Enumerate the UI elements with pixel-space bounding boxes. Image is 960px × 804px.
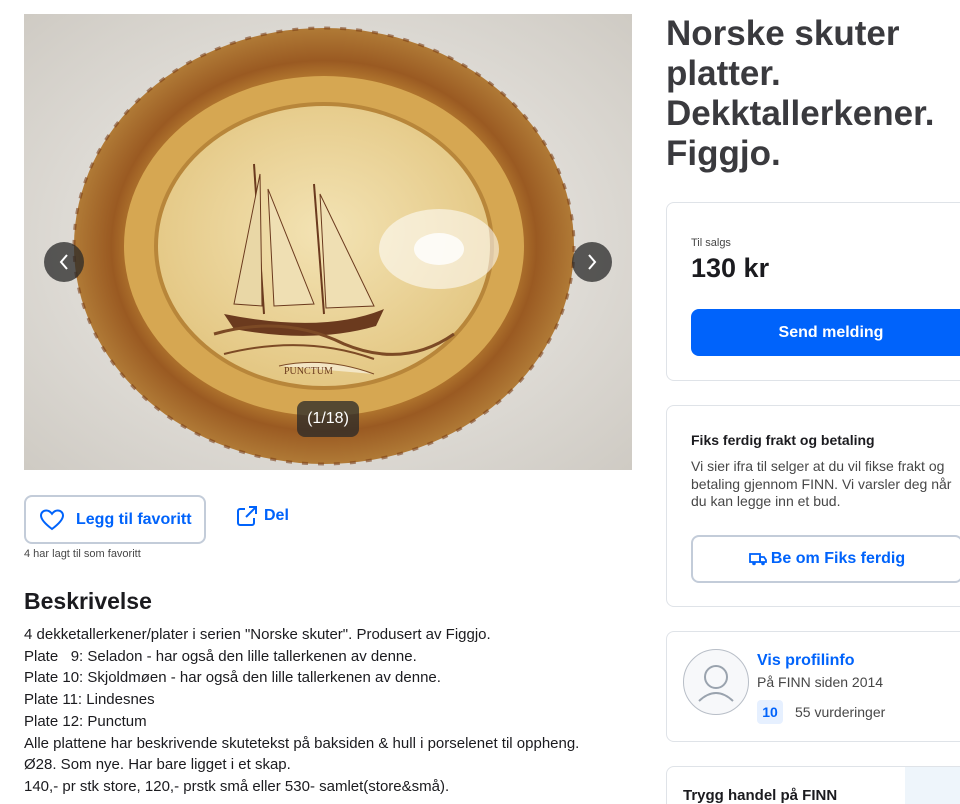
chevron-left-icon <box>59 254 68 270</box>
chevron-right-icon <box>588 254 597 270</box>
request-fiks-ferdig-button[interactable]: Be om Fiks ferdig <box>691 535 960 583</box>
fiks-ferdig-title: Fiks ferdig frakt og betaling <box>691 432 875 448</box>
description-line: Alle plattene har beskrivende skutetekst… <box>24 734 580 752</box>
rating-count[interactable]: 55 vurderinger <box>795 704 885 720</box>
safe-trade-card: Trygg handel på FINN <box>666 766 960 804</box>
view-profile-link[interactable]: Vis profilinfo <box>757 652 854 670</box>
description-line: Plate 10: Skjoldmøen - har også den lill… <box>24 669 441 687</box>
image-gallery[interactable]: PUNCTUM (1/18) <box>24 14 632 470</box>
delivery-truck-icon <box>748 553 767 566</box>
price-label: Til salgs <box>691 237 731 249</box>
member-since: På FINN siden 2014 <box>757 674 884 690</box>
gallery-next-button[interactable] <box>572 242 612 282</box>
safe-trade-illustration <box>905 767 960 804</box>
price-card: Til salgs 130 kr Send melding <box>666 202 960 381</box>
description-line: Plate 9: Seladon - har også den lille ta… <box>24 647 417 665</box>
safe-trade-title: Trygg handel på FINN <box>683 787 838 804</box>
favorite-count: 4 har lagt til som favoritt <box>24 548 141 560</box>
description-line: Plate 12: Punctum <box>24 712 147 730</box>
rating-score-badge: 10 <box>757 700 783 724</box>
user-icon <box>698 665 734 702</box>
description-body: 4 dekketallerkener/plater i serien "Nors… <box>24 624 579 798</box>
heart-icon <box>40 508 64 530</box>
add-favorite-button[interactable]: Legg til favoritt <box>24 495 206 544</box>
seller-profile-card: Vis profilinfo På FINN siden 2014 10 55 … <box>666 631 960 742</box>
plate-caption: PUNCTUM <box>284 366 333 377</box>
share-label: Del <box>264 507 289 524</box>
listing-title: Norske skuter platter. Dekktallerkener. … <box>666 14 935 173</box>
description-line: 4 dekketallerkener/plater i serien "Nors… <box>24 626 491 643</box>
description-heading: Beskrivelse <box>24 588 152 614</box>
avatar <box>683 649 749 715</box>
description-line: Plate 11: Lindesnes <box>24 691 155 709</box>
share-icon <box>237 506 257 526</box>
fiks-ferdig-card: Fiks ferdig frakt og betaling Vi sier if… <box>666 405 960 607</box>
gallery-prev-button[interactable] <box>44 242 84 282</box>
price: 130 kr <box>691 253 770 283</box>
image-counter: (1/18) <box>297 401 359 437</box>
send-message-button[interactable]: Send melding <box>691 309 960 356</box>
description-line: Ø28. Som nye. Har bare ligget i et skap. <box>24 756 291 774</box>
description-line: 140,- pr stk store, 120,- prstk små elle… <box>24 777 450 795</box>
fiks-ferdig-text: Vi sier ifra til selger at du vil fikse … <box>691 458 952 509</box>
share-button[interactable]: Del <box>236 505 289 527</box>
request-fiks-ferdig-label: Be om Fiks ferdig <box>770 550 906 567</box>
add-favorite-label: Legg til favoritt <box>76 510 192 528</box>
